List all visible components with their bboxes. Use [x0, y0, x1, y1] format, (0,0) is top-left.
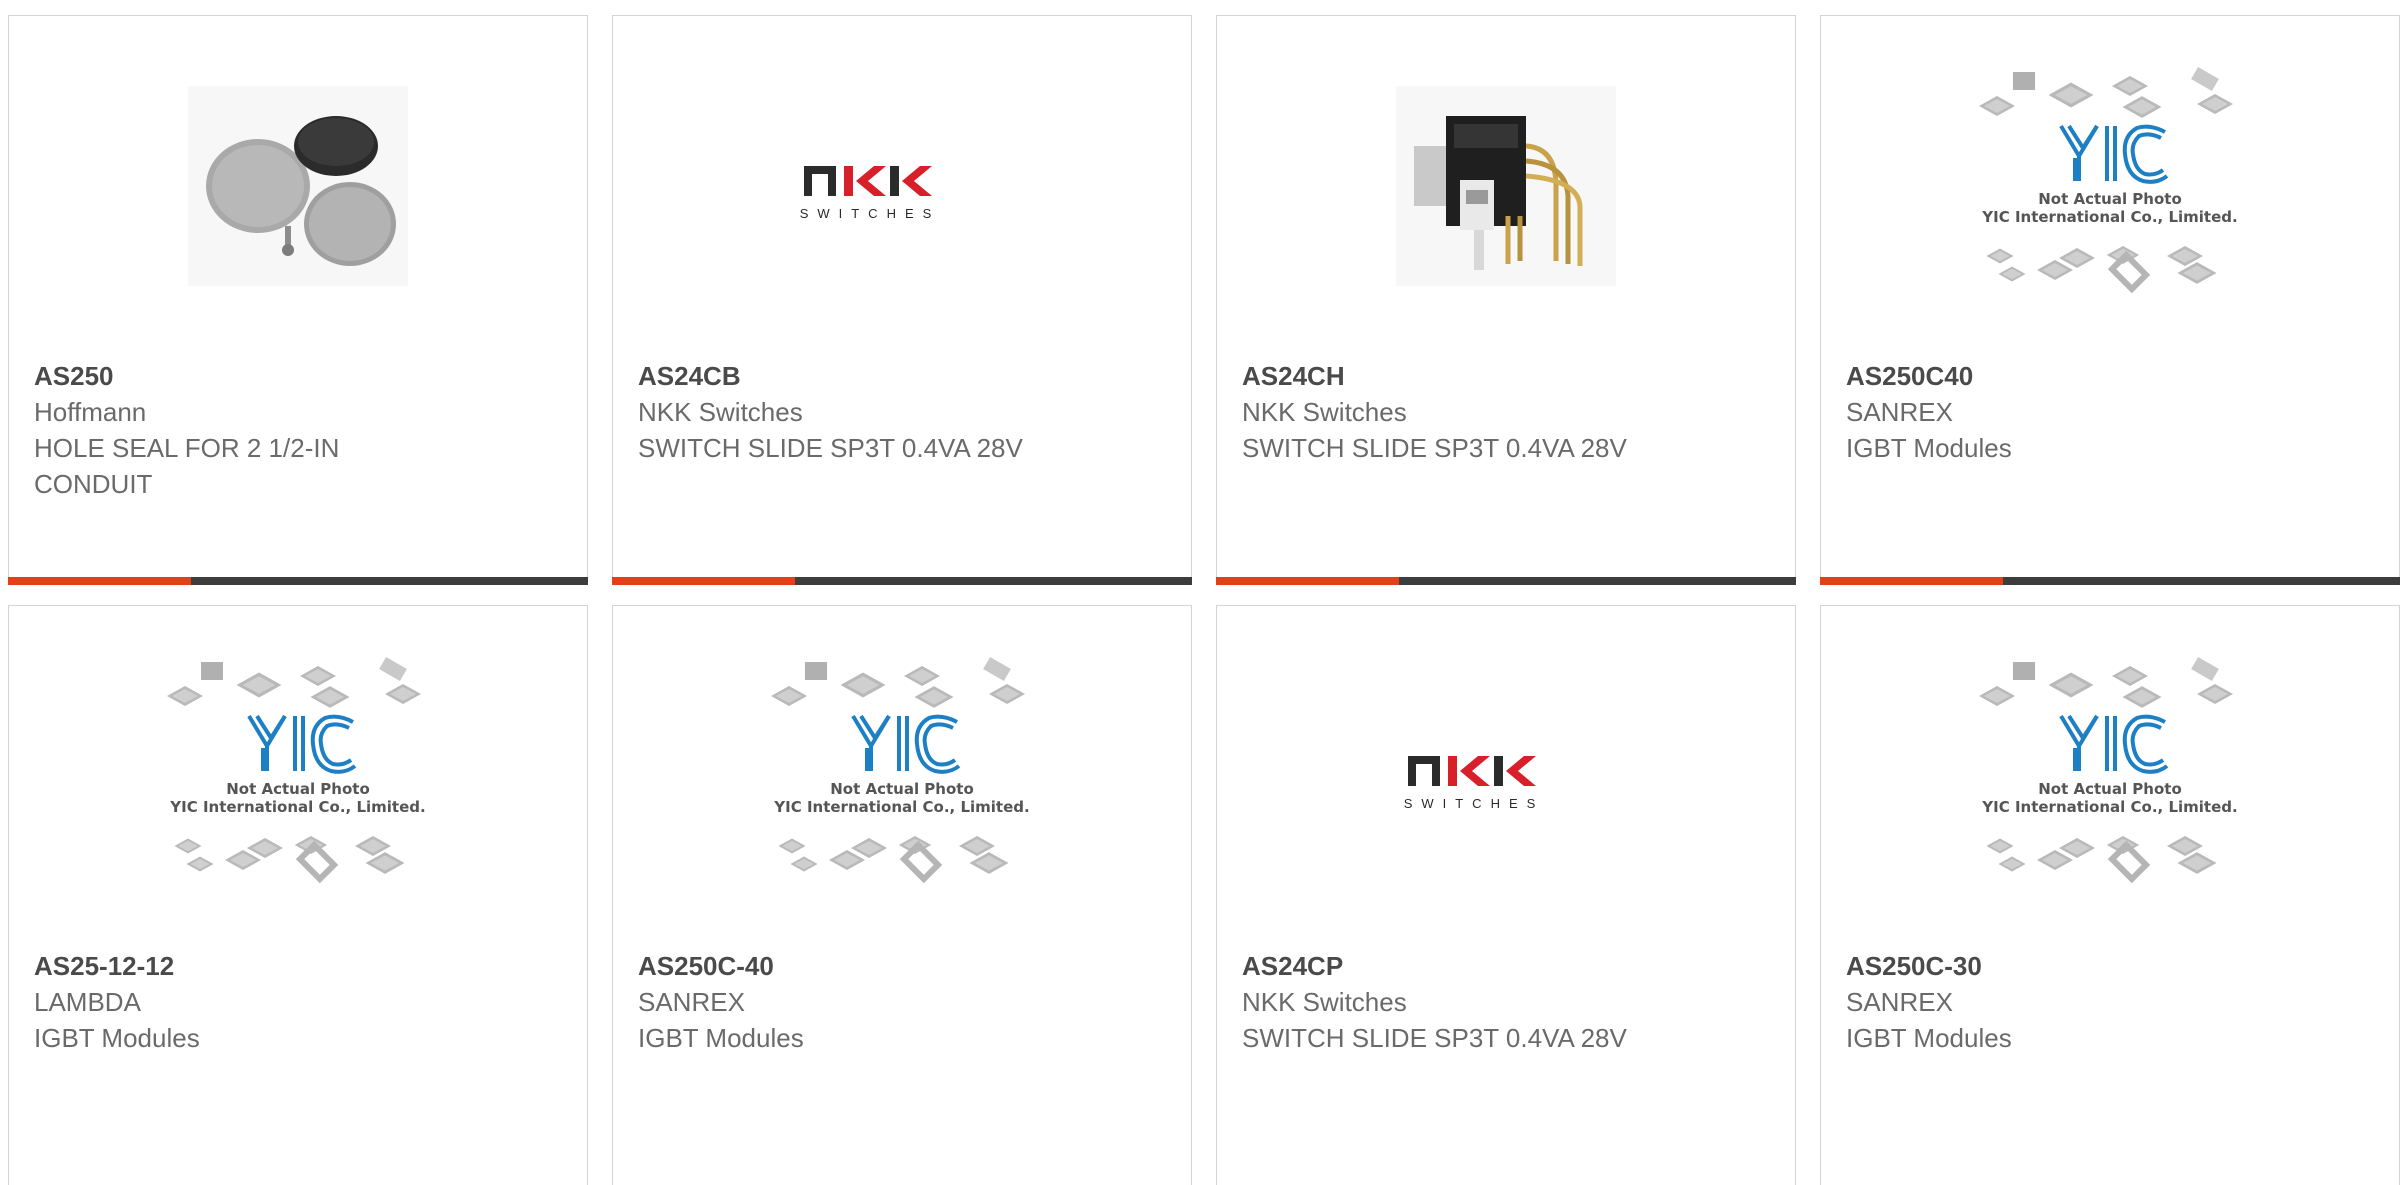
svg-text:YIC International Co., Limited: YIC International Co., Limited.: [1981, 798, 2237, 816]
description: SWITCH SLIDE SP3T 0.4VA 28V: [638, 433, 1023, 463]
card-bottom-bar: [1216, 577, 1796, 585]
product-image-nkk-logo[interactable]: SWITCHES: [1217, 666, 1795, 886]
svg-text:YIC International Co., Limited: YIC International Co., Limited.: [1981, 208, 2237, 226]
svg-text:Not Actual Photo: Not Actual Photo: [830, 780, 974, 798]
product-image-hole-seal[interactable]: [9, 76, 587, 296]
svg-text:YIC International Co., Limited: YIC International Co., Limited.: [773, 798, 1029, 816]
product-image-placeholder[interactable]: Not Actual Photo YIC International Co., …: [9, 656, 587, 886]
description: IGBT Modules: [638, 1023, 804, 1053]
card-bottom-bar: [1820, 577, 2400, 585]
product-image-placeholder[interactable]: Not Actual Photo YIC International Co., …: [1821, 66, 2399, 296]
product-info: AS250C-30 SANREX IGBT Modules: [1846, 948, 2379, 1056]
svg-text:YIC International Co., Limited: YIC International Co., Limited.: [169, 798, 425, 816]
product-info: AS24CH NKK Switches SWITCH SLIDE SP3T 0.…: [1242, 358, 1775, 466]
svg-text:SWITCHES: SWITCHES: [800, 206, 941, 221]
product-image-nkk-logo[interactable]: SWITCHES: [613, 76, 1191, 296]
product-info: AS250 Hoffmann HOLE SEAL FOR 2 1/2-IN CO…: [34, 358, 567, 502]
description: HOLE SEAL FOR 2 1/2-IN CONDUIT: [34, 433, 340, 499]
manufacturer: NKK Switches: [1242, 397, 1407, 427]
yic-placeholder-icon: Not Actual Photo YIC International Co., …: [1979, 66, 2238, 294]
nkk-logo-icon: SWITCHES: [800, 166, 941, 221]
product-info: AS250C-40 SANREX IGBT Modules: [638, 948, 1171, 1056]
product-info: AS24CP NKK Switches SWITCH SLIDE SP3T 0.…: [1242, 948, 1775, 1056]
part-number-link[interactable]: AS24CP: [1242, 948, 1775, 984]
product-info: AS24CB NKK Switches SWITCH SLIDE SP3T 0.…: [638, 358, 1171, 466]
product-info: AS250C40 SANREX IGBT Modules: [1846, 358, 2379, 466]
manufacturer: Hoffmann: [34, 397, 147, 427]
yic-placeholder-icon: Not Actual Photo YIC International Co., …: [1979, 656, 2238, 884]
manufacturer: NKK Switches: [638, 397, 803, 427]
svg-text:Not Actual Photo: Not Actual Photo: [2038, 190, 2182, 208]
manufacturer: NKK Switches: [1242, 987, 1407, 1017]
card-bottom-bar: [612, 577, 1192, 585]
description: IGBT Modules: [1846, 433, 2012, 463]
part-number-link[interactable]: AS24CH: [1242, 358, 1775, 394]
part-number-link[interactable]: AS25-12-12: [34, 948, 567, 984]
product-card[interactable]: SWITCHES AS24CP NKK Switches SWITCH SLID…: [1216, 605, 1796, 1185]
part-number-link[interactable]: AS250C-30: [1846, 948, 2379, 984]
product-image-placeholder[interactable]: Not Actual Photo YIC International Co., …: [613, 656, 1191, 886]
card-bottom-bar: [8, 577, 588, 585]
manufacturer: SANREX: [1846, 987, 1953, 1017]
part-number-link[interactable]: AS250C40: [1846, 358, 2379, 394]
svg-text:SWITCHES: SWITCHES: [1404, 796, 1545, 811]
product-card[interactable]: Not Actual Photo YIC International Co., …: [8, 605, 588, 1185]
description: IGBT Modules: [34, 1023, 200, 1053]
description: IGBT Modules: [1846, 1023, 2012, 1053]
product-card[interactable]: SWITCHES AS24CB NKK Switches SWITCH SLID…: [612, 15, 1192, 585]
description: SWITCH SLIDE SP3T 0.4VA 28V: [1242, 1023, 1627, 1053]
product-image-slide-switch[interactable]: [1217, 76, 1795, 296]
product-image-placeholder[interactable]: Not Actual Photo YIC International Co., …: [1821, 656, 2399, 886]
product-card[interactable]: Not Actual Photo YIC International Co., …: [612, 605, 1192, 1185]
yic-placeholder-icon: Not Actual Photo YIC International Co., …: [771, 656, 1030, 884]
part-number-link[interactable]: AS250: [34, 358, 567, 394]
svg-text:Not Actual Photo: Not Actual Photo: [2038, 780, 2182, 798]
product-card[interactable]: AS250 Hoffmann HOLE SEAL FOR 2 1/2-IN CO…: [8, 15, 588, 585]
manufacturer: SANREX: [638, 987, 745, 1017]
part-number-link[interactable]: AS250C-40: [638, 948, 1171, 984]
product-card[interactable]: AS24CH NKK Switches SWITCH SLIDE SP3T 0.…: [1216, 15, 1796, 585]
description: SWITCH SLIDE SP3T 0.4VA 28V: [1242, 433, 1627, 463]
manufacturer: SANREX: [1846, 397, 1953, 427]
product-grid: AS250 Hoffmann HOLE SEAL FOR 2 1/2-IN CO…: [0, 0, 2400, 1185]
yic-placeholder-icon: Not Actual Photo YIC International Co., …: [167, 656, 426, 884]
product-card[interactable]: Not Actual Photo YIC International Co., …: [1820, 15, 2400, 585]
part-number-link[interactable]: AS24CB: [638, 358, 1171, 394]
product-card[interactable]: Not Actual Photo YIC International Co., …: [1820, 605, 2400, 1185]
product-info: AS25-12-12 LAMBDA IGBT Modules: [34, 948, 567, 1056]
manufacturer: LAMBDA: [34, 987, 141, 1017]
svg-text:Not Actual Photo: Not Actual Photo: [226, 780, 370, 798]
nkk-logo-icon: SWITCHES: [1404, 756, 1545, 811]
